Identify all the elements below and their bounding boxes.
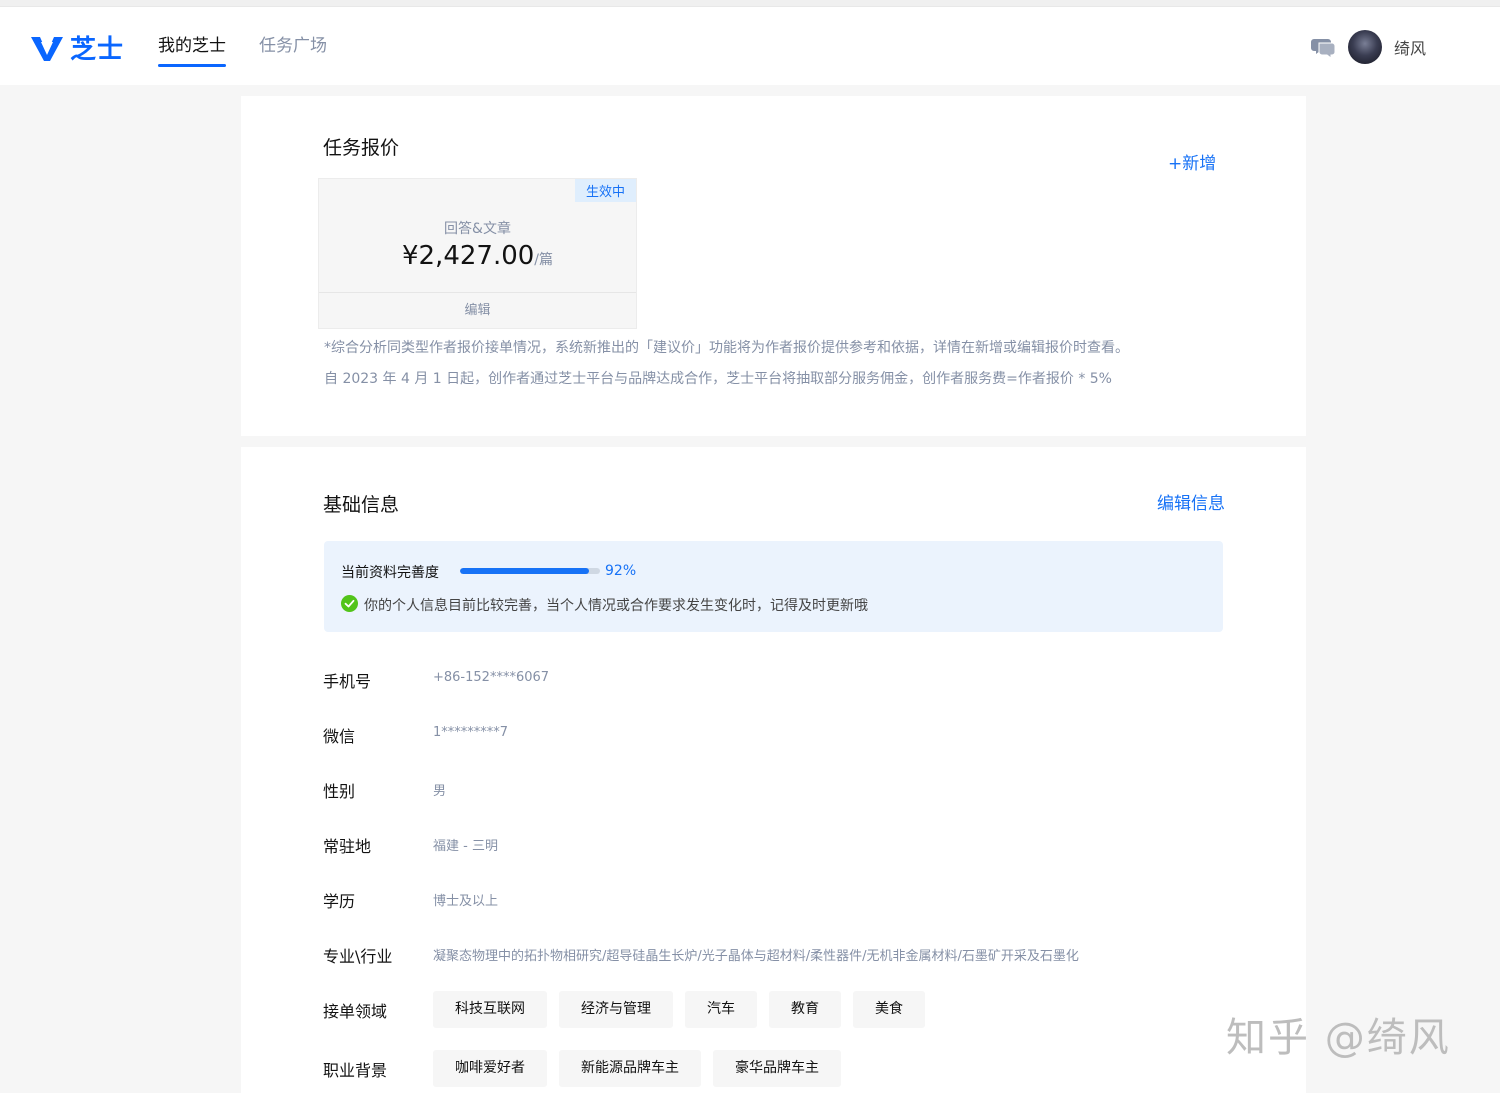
- completeness-percent: 92%: [605, 563, 637, 579]
- edit-info-button[interactable]: 编辑信息: [1157, 489, 1225, 514]
- domain-tag: 经济与管理: [559, 991, 673, 1028]
- top-header: 芝士 我的芝士 任务广场 绮风: [0, 6, 1500, 85]
- field-value-education: 博士及以上: [433, 894, 499, 909]
- message-icon[interactable]: [1310, 34, 1336, 60]
- background-tag: 豪华品牌车主: [713, 1050, 841, 1087]
- avatar[interactable]: [1347, 29, 1382, 64]
- quote-section-title: 任务报价: [323, 137, 400, 159]
- domain-tags: 科技互联网 经济与管理 汽车 教育 美食: [433, 991, 925, 1028]
- field-value-phone: +86-152****6067: [433, 670, 550, 685]
- edit-quote-button[interactable]: 编辑: [319, 292, 636, 328]
- background-tags: 咖啡爱好者 新能源品牌车主 豪华品牌车主: [433, 1050, 841, 1087]
- quote-price-line: ¥2,427.00/篇: [319, 241, 636, 271]
- domain-tag: 美食: [853, 991, 925, 1028]
- quote-note-2: 自 2023 年 4 月 1 日起，创作者通过芝士平台与品牌达成合作，芝士平台将…: [324, 371, 1112, 387]
- background-tag: 咖啡爱好者: [433, 1050, 547, 1087]
- background-tag: 新能源品牌车主: [559, 1050, 701, 1087]
- quote-card: 任务报价 +新增 生效中 回答&文章 ¥2,427.00/篇 编辑 *综合分析同…: [241, 96, 1306, 436]
- zhishi-logo-icon: [31, 36, 63, 61]
- field-label-gender: 性别: [323, 782, 356, 801]
- nav-my-zhishi[interactable]: 我的芝士: [158, 7, 226, 86]
- completeness-progress-fill: [460, 568, 589, 574]
- logo-text: 芝士: [70, 35, 125, 65]
- watermark: 知乎 @绮风: [1226, 1015, 1451, 1061]
- field-label-wechat: 微信: [323, 727, 356, 746]
- quote-item: 生效中 回答&文章 ¥2,427.00/篇 编辑: [318, 178, 637, 329]
- nav-task-plaza[interactable]: 任务广场: [259, 7, 327, 86]
- completeness-label: 当前资料完善度: [341, 565, 439, 581]
- header-user-area: 绮风: [1310, 7, 1426, 86]
- field-label-backgrounds: 职业背景: [323, 1061, 388, 1080]
- logo[interactable]: 芝士: [30, 29, 124, 66]
- field-label-domains: 接单领域: [323, 1002, 388, 1021]
- username[interactable]: 绮风: [1394, 35, 1426, 59]
- completeness-progress-bar: [460, 568, 600, 574]
- field-value-industry: 凝聚态物理中的拓扑物相研究/超导硅晶生长炉/光子晶体与超材料/柔性器件/无机非金…: [433, 949, 1079, 964]
- domain-tag: 科技互联网: [433, 991, 547, 1028]
- domain-tag: 汽车: [685, 991, 757, 1028]
- field-value-location: 福建 - 三明: [433, 839, 498, 854]
- completeness-panel: 当前资料完善度 92% 你的个人信息目前比较完善，当个人情况或合作要求发生变化时…: [324, 541, 1223, 632]
- status-badge: 生效中: [574, 179, 636, 202]
- field-label-education: 学历: [323, 892, 356, 911]
- basic-info-card: 基础信息 编辑信息 当前资料完善度 92% 你的个人信息目前比较完善，当个人情况…: [241, 447, 1306, 1093]
- quote-price: ¥2,427.00: [401, 241, 535, 271]
- quote-type: 回答&文章: [444, 221, 511, 237]
- quote-unit: /篇: [534, 252, 554, 268]
- check-circle-icon: [341, 595, 358, 612]
- field-value-gender: 男: [433, 784, 447, 799]
- basic-section-title: 基础信息: [323, 494, 400, 516]
- field-label-phone: 手机号: [323, 672, 372, 691]
- field-label-industry: 专业\行业: [323, 947, 393, 966]
- field-label-location: 常驻地: [323, 837, 372, 856]
- add-quote-button[interactable]: +新增: [1168, 149, 1216, 174]
- completeness-tip: 你的个人信息目前比较完善，当个人情况或合作要求发生变化时，记得及时更新哦: [364, 598, 868, 614]
- field-value-wechat: 1*********7: [433, 725, 509, 740]
- quote-note-1: *综合分析同类型作者报价接单情况，系统新推出的「建议价」功能将为作者报价提供参考…: [324, 340, 1129, 356]
- main-nav: 我的芝士 任务广场: [158, 7, 327, 86]
- domain-tag: 教育: [769, 991, 841, 1028]
